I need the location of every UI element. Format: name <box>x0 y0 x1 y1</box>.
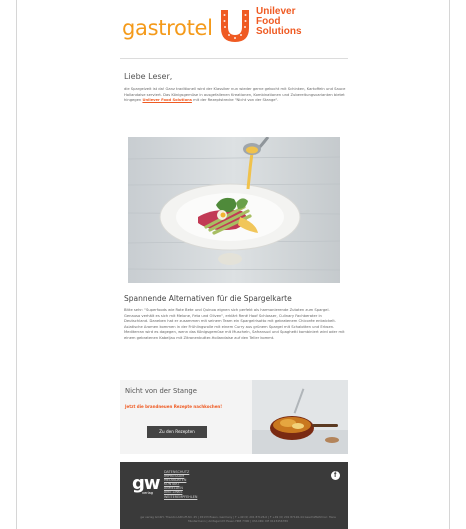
teaser-title: Nicht von der Stange <box>125 387 197 395</box>
ufs-link[interactable]: Unilever Food Solutions <box>142 98 191 102</box>
greeting-heading: Liebe Leser, <box>124 72 173 81</box>
gastrotel-logo[interactable]: gastrotel <box>122 16 213 40</box>
hero-food-photo <box>128 137 340 283</box>
section-heading: Spannende Alternativen für die Spargelka… <box>124 294 292 303</box>
divider <box>120 58 348 59</box>
footer-legal-note: gw verlag GmbH, Theodor-Althoff-Str. 45 … <box>140 515 336 523</box>
recipes-button[interactable]: Zu den Rezepten <box>147 426 207 438</box>
footer-link-weiterempfehlen[interactable]: Weiterempfehlen <box>164 495 197 499</box>
facebook-icon[interactable]: f <box>331 471 340 480</box>
section-paragraph: Bitte sehr: "Superfoods wie Rote Bete un… <box>124 308 345 340</box>
recipe-teaser-box: Nicht von der Stange Jetzt die brandneue… <box>120 380 348 454</box>
footer-links: Datenschutz Impressum Mediadaten Kontakt… <box>164 470 197 499</box>
unilever-food-solutions-wordmark[interactable]: Unilever Food Solutions <box>256 7 302 37</box>
unilever-u-logo-icon[interactable] <box>217 7 253 43</box>
gw-verlag-logo-sub: verlag <box>142 491 154 495</box>
teaser-subtitle[interactable]: Jetzt die brandneuen Rezepte nachkochen! <box>125 404 225 409</box>
recipe-photo <box>252 380 348 454</box>
newsletter-column: gastrotel Unilever Food Solutions Liebe … <box>112 0 356 529</box>
intro-paragraph: die Spargelzeit ist da! Ganz traditionel… <box>124 87 346 103</box>
footer: gw verlag Datenschutz Impressum Mediadat… <box>120 462 348 529</box>
